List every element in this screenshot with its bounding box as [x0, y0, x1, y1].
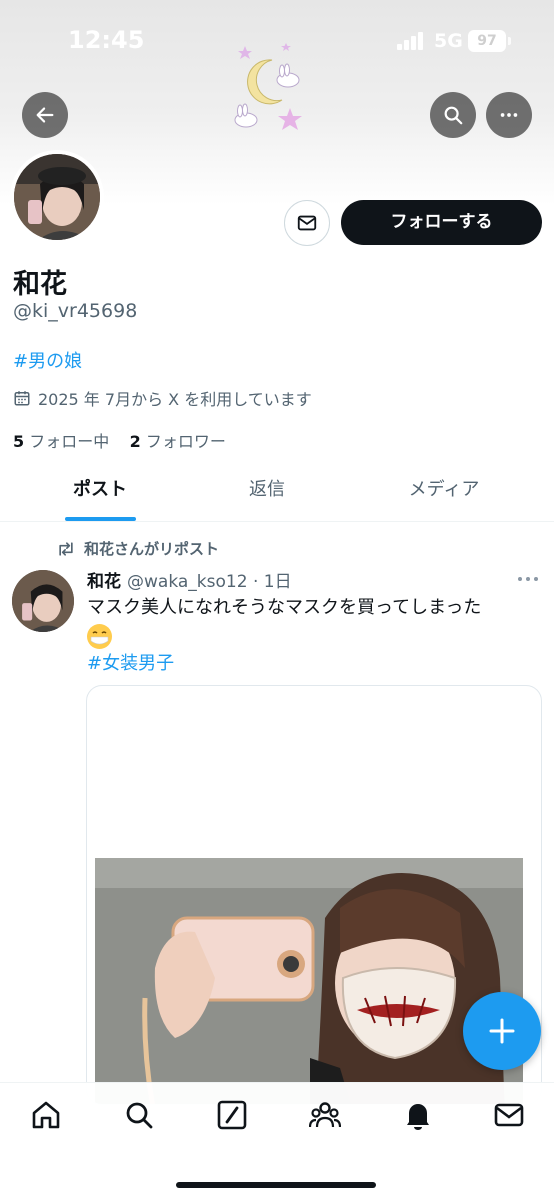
home-icon[interactable] — [30, 1099, 62, 1131]
post-photo — [95, 858, 523, 1104]
bio-hashtag-link[interactable]: #男の娘 — [13, 347, 82, 373]
post-text: マスク美人になれそうなマスクを買ってしまった — [87, 597, 482, 618]
communities-icon[interactable] — [309, 1099, 341, 1131]
search-button[interactable] — [430, 92, 476, 138]
compose-button[interactable] — [463, 992, 541, 1070]
repost-indicator: 和花さんがリポスト — [56, 538, 219, 559]
battery-tip — [508, 37, 511, 45]
profile-tabs: ポスト 返信 メディア — [0, 466, 554, 522]
envelope-icon — [297, 215, 317, 231]
followers-link[interactable]: 2 フォロワー — [130, 432, 226, 451]
post-more-icon[interactable] — [515, 570, 541, 588]
follow-stats: 5 フォロー中 2 フォロワー — [13, 428, 226, 452]
repost-icon — [59, 541, 73, 556]
tab-media[interactable]: メディア — [344, 466, 544, 522]
banner-decoration-image — [234, 43, 302, 130]
post-author-handle[interactable]: @waka_kso12 — [127, 572, 248, 592]
battery-icon: 97 — [468, 30, 506, 52]
profile-handle: @ki_vr45698 — [13, 300, 138, 322]
post-hashtag-link[interactable]: #女装男子 — [87, 649, 174, 675]
followers-label: フォロワー — [145, 432, 226, 451]
more-button[interactable] — [486, 92, 532, 138]
profile-name: 和花 — [13, 269, 67, 300]
tab-replies[interactable]: 返信 — [167, 466, 367, 522]
following-label: フォロー中 — [29, 432, 110, 451]
post-author-name[interactable]: 和花 — [87, 572, 121, 592]
smiling-face-with-medical-mask-icon — [87, 623, 112, 649]
joined-text: 2025 年 7月から X を利用しています — [38, 390, 312, 409]
active-tab-indicator — [65, 517, 136, 521]
battery-level: 97 — [477, 33, 497, 49]
joined-date: 2025 年 7月から X を利用しています — [13, 386, 312, 410]
plus-icon — [489, 1018, 515, 1044]
following-link[interactable]: 5 フォロー中 — [13, 432, 109, 451]
post-time: 1日 — [263, 572, 292, 592]
signal-icon — [397, 32, 425, 50]
followers-count: 2 — [129, 432, 141, 451]
arrow-left-icon — [36, 107, 54, 123]
post-body: マスク美人になれそうなマスクを買ってしまった — [87, 594, 537, 650]
following-count: 5 — [13, 432, 25, 451]
avatar-photo — [14, 154, 100, 240]
post-author-avatar[interactable] — [12, 570, 74, 632]
post-header: 和花 @waka_kso12 · 1日 — [87, 567, 292, 592]
repost-label: 和花さんがリポスト — [84, 540, 220, 558]
search-icon[interactable] — [123, 1099, 155, 1131]
grok-icon[interactable] — [216, 1099, 248, 1131]
back-button[interactable] — [22, 92, 68, 138]
search-icon — [444, 106, 463, 125]
network-type: 5G — [434, 30, 463, 52]
notifications-icon[interactable] — [402, 1099, 434, 1131]
status-time: 12:45 — [68, 26, 145, 54]
profile-avatar[interactable] — [10, 150, 104, 244]
messages-icon[interactable] — [493, 1099, 525, 1131]
post-separator: · — [252, 572, 259, 592]
avatar-photo — [12, 570, 74, 632]
home-indicator — [176, 1182, 376, 1188]
more-horizontal-icon — [500, 113, 518, 117]
calendar-icon — [14, 391, 30, 406]
message-button[interactable] — [284, 200, 330, 246]
follow-button[interactable]: フォローする — [341, 200, 542, 245]
